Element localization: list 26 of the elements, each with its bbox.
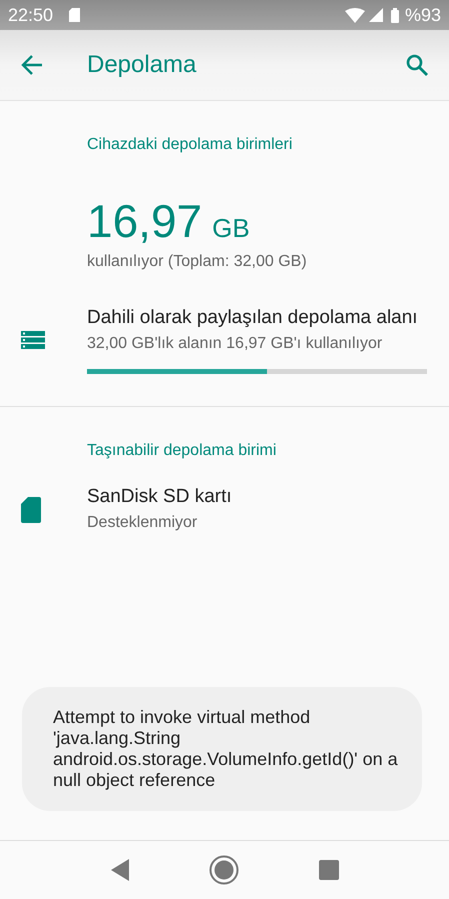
section-header: Taşınabilir depolama birimi [86,441,278,461]
storage-item[interactable]: Dahili olarak paylaşılan depolama alanı 32,00 GB'lık alanın 16,97 GB'ı kullanılıyor [0,294,449,386]
back-nav-icon[interactable] [110,859,128,881]
recents-nav-icon[interactable] [318,860,338,880]
battery-icon [390,8,399,22]
status-time: 22:50 [8,4,54,26]
item-subtitle: Desteklenmiyor [87,513,198,533]
sd-card-icon [69,8,80,22]
storage-item[interactable]: SanDisk SD kartı Desteklenmiyor [0,473,449,546]
item-title: Dahili olarak paylaşılan depolama alanı [87,306,419,330]
wifi-icon [344,8,365,22]
used-amount: 16,97 [87,195,202,247]
section-header: Cihazdaki depolama birimleri [86,135,294,155]
used-unit: GB [212,212,250,245]
battery-percent: %93 [404,4,441,26]
item-title: SanDisk SD kartı [87,485,233,509]
signal-icon [368,8,383,22]
back-arrow-icon[interactable] [20,53,44,77]
app-bar-title: Depolama [87,50,196,80]
sd-card-icon [21,496,41,522]
toast: Attempt to invoke virtual method 'java.lang.String android.os.storage.VolumeInfo.getId()' on a null object reference [22,687,422,811]
item-subtitle: 32,00 GB'lık alanın 16,97 GB'ı kullanılıyor [87,334,384,354]
usage-caption: kullanılıyor (Toplam: 32,00 GB) [87,252,308,272]
home-nav-icon[interactable] [208,855,238,885]
search-icon[interactable] [405,53,429,77]
storage-icon [21,331,45,349]
